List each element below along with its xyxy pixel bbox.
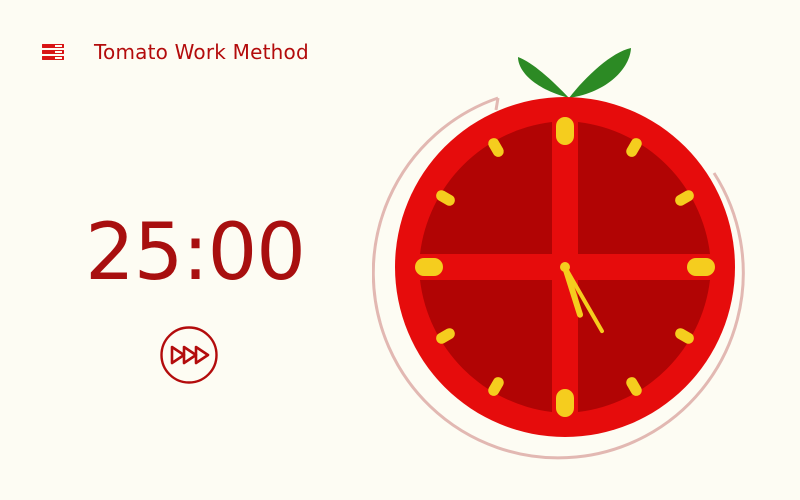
timer-display: 25:00 — [85, 208, 306, 298]
skip-button[interactable] — [159, 325, 219, 385]
app-window: Tomato Work Method 25:00 — [0, 0, 800, 500]
menu-icon — [42, 44, 64, 60]
tomato-clock — [372, 48, 745, 460]
hour-marker — [687, 258, 715, 276]
hand-pivot — [560, 262, 570, 272]
progress-ring-notch — [494, 97, 500, 111]
fast-forward-icon — [160, 326, 218, 384]
hour-marker — [556, 117, 574, 145]
header: Tomato Work Method — [42, 36, 309, 68]
menu-button[interactable] — [42, 43, 64, 61]
app-title: Tomato Work Method — [94, 40, 309, 64]
hour-marker — [415, 258, 443, 276]
hour-marker — [556, 389, 574, 417]
